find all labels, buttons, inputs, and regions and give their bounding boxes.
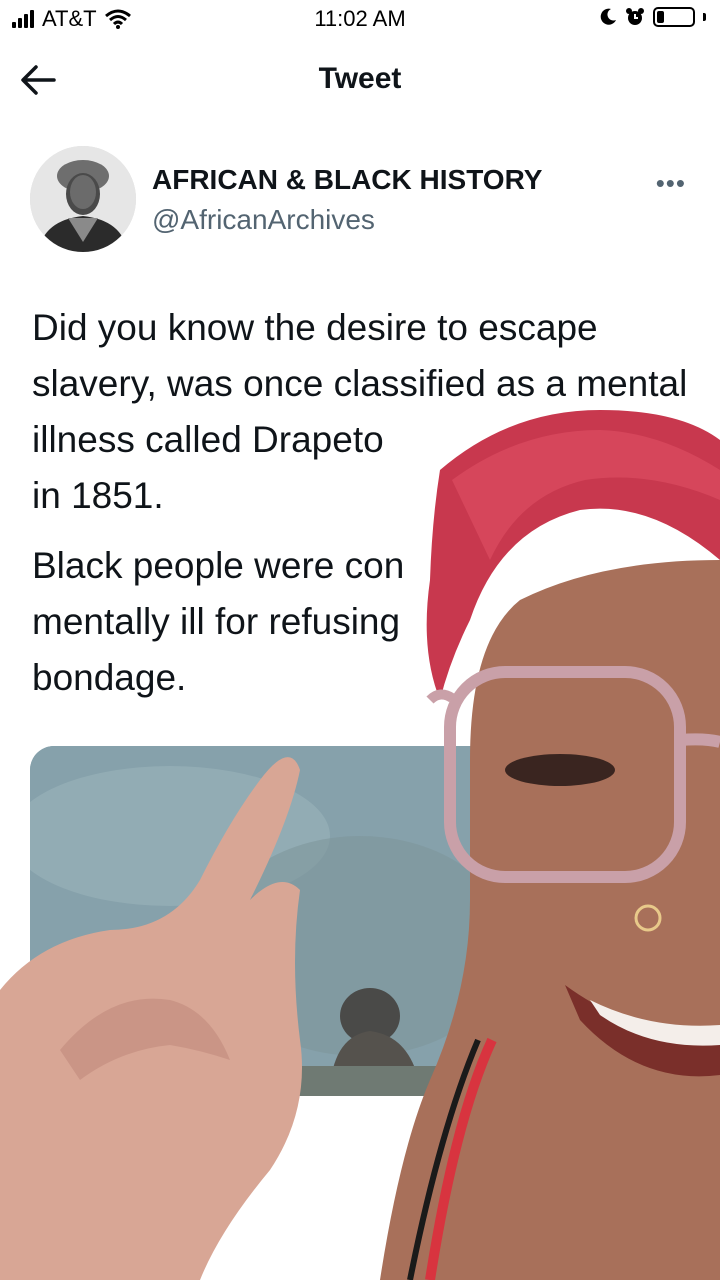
tweet-media-image[interactable] — [30, 746, 500, 1096]
battery-fill — [657, 11, 664, 23]
alarm-icon — [626, 8, 644, 25]
portrait-photo — [30, 146, 136, 252]
tweet-text-segment: Did you know the desire to escape slaver… — [32, 307, 688, 460]
author-handle[interactable]: @AfricanArchives — [152, 204, 375, 236]
tweet-text: Did you know the desire to escape slaver… — [32, 300, 692, 720]
avatar[interactable] — [30, 146, 136, 252]
tweet-text-segment: Black people were con — [32, 545, 405, 586]
page-title: Tweet — [318, 62, 402, 95]
tweet-text-segment: in 1851. — [32, 475, 164, 516]
painting-image — [30, 746, 500, 1096]
status-right — [599, 7, 706, 27]
tweet-paragraph: Did you know the desire to escape slaver… — [32, 300, 692, 524]
status-bar: AT&T 11:02 AM — [0, 0, 720, 38]
battery-icon — [653, 7, 695, 27]
tweet-author: AFRICAN & BLACK HISTORY @AfricanArchives… — [30, 146, 700, 256]
battery-cap — [703, 13, 706, 21]
moon-icon — [600, 8, 616, 25]
tweet-text-segment: bondage. — [32, 657, 187, 698]
nav-bar: Tweet — [0, 50, 720, 110]
tweet-text-segment: mentally ill for refusing — [32, 601, 401, 642]
author-display-name[interactable]: AFRICAN & BLACK HISTORY — [152, 164, 542, 196]
more-icon[interactable]: ••• — [656, 168, 686, 199]
tweet-paragraph: Black people were con mentally ill for r… — [32, 538, 692, 706]
